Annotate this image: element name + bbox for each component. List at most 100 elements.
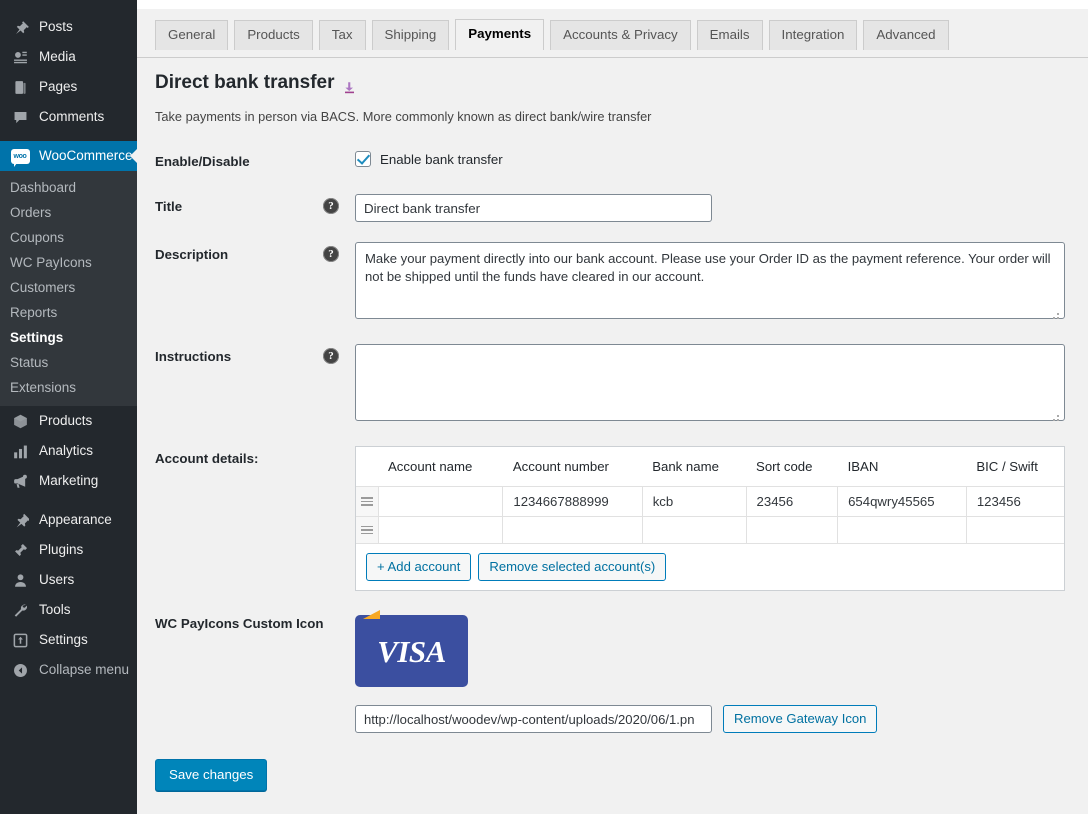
woocommerce-submenu: Dashboard Orders Coupons WC PayIcons Cus… [0, 171, 137, 406]
submenu-item-status[interactable]: Status [0, 350, 137, 375]
submenu-item-orders[interactable]: Orders [0, 200, 137, 225]
submenu-item-extensions[interactable]: Extensions [0, 375, 137, 400]
tab-products[interactable]: Products [234, 20, 313, 50]
tab-general[interactable]: General [155, 20, 229, 50]
submenu-item-wc-payicons[interactable]: WC PayIcons [0, 250, 137, 275]
settings-tabs-bar: General Products Tax Shipping Payments A… [137, 9, 1088, 58]
sort-column-header [356, 447, 378, 487]
submenu-item-customers[interactable]: Customers [0, 275, 137, 300]
visa-card-icon: VISA [355, 610, 468, 687]
sidebar-item-label: Plugins [39, 542, 84, 558]
row-custom-icon: WC PayIcons Custom Icon VISA Remove Gate… [155, 601, 1074, 743]
cell-account-name[interactable] [378, 516, 504, 544]
sidebar-item-label: Products [39, 413, 93, 429]
cell-sort-code[interactable] [746, 516, 839, 544]
col-account-name: Account name [378, 447, 503, 487]
cell-bank-name[interactable] [642, 516, 747, 544]
submenu-item-settings[interactable]: Settings [0, 325, 137, 350]
label-text: Title [155, 199, 183, 214]
row-title: Title ? [155, 184, 1074, 232]
return-arrow-icon[interactable] [343, 78, 357, 94]
tab-integration[interactable]: Integration [768, 20, 858, 50]
appearance-icon [10, 510, 30, 530]
submenu-item-reports[interactable]: Reports [0, 300, 137, 325]
remove-selected-accounts-button[interactable]: Remove selected account(s) [478, 553, 667, 581]
pin-icon [10, 17, 30, 37]
tab-shipping[interactable]: Shipping [371, 20, 450, 50]
cell-iban[interactable] [837, 516, 967, 544]
sidebar-item-woocommerce[interactable]: woo WooCommerce [0, 141, 137, 171]
sidebar-item-collapse-menu[interactable]: Collapse menu [0, 655, 137, 685]
plugins-icon [10, 540, 30, 560]
col-bic-swift: BIC / Swift [966, 447, 1064, 487]
title-input[interactable] [355, 194, 712, 222]
label-title: Title ? [155, 184, 355, 232]
add-account-button[interactable]: + Add account [366, 553, 472, 581]
tab-accounts-privacy[interactable]: Accounts & Privacy [550, 20, 691, 50]
tab-payments[interactable]: Payments [455, 19, 545, 50]
submenu-item-coupons[interactable]: Coupons [0, 225, 137, 250]
row-enable-disable: Enable/Disable Enable bank transfer [155, 139, 1074, 184]
description-textarea[interactable]: Make your payment directly into our bank… [355, 242, 1065, 319]
top-bar-strip [137, 0, 1088, 9]
users-icon [10, 570, 30, 590]
tab-tax[interactable]: Tax [318, 20, 366, 50]
cell-bank-name[interactable]: kcb [642, 486, 747, 517]
col-iban: IBAN [837, 447, 967, 487]
sidebar-item-users[interactable]: Users [0, 565, 137, 595]
page-icon [10, 77, 30, 97]
table-row: 1234667888999 kcb 23456 654qwry45565 123… [356, 486, 1064, 517]
table-row [356, 516, 1064, 544]
cell-account-number[interactable]: 1234667888999 [502, 486, 643, 517]
sidebar-item-analytics[interactable]: Analytics [0, 436, 137, 466]
sidebar-item-posts[interactable]: Posts [0, 12, 137, 42]
sidebar-item-plugins[interactable]: Plugins [0, 535, 137, 565]
sidebar-item-products[interactable]: Products [0, 406, 137, 436]
label-text: Enable/Disable [155, 154, 250, 169]
cell-iban[interactable]: 654qwry45565 [837, 486, 967, 517]
label-account-details: Account details: [155, 436, 355, 601]
cell-bic-swift[interactable] [966, 516, 1064, 544]
submenu-item-dashboard[interactable]: Dashboard [0, 175, 137, 200]
cell-sort-code[interactable]: 23456 [746, 486, 839, 517]
megaphone-icon [10, 471, 30, 491]
cell-account-name[interactable] [378, 486, 504, 517]
sidebar-item-pages[interactable]: Pages [0, 72, 137, 102]
sidebar-item-comments[interactable]: Comments [0, 102, 137, 132]
tab-advanced[interactable]: Advanced [863, 20, 949, 50]
sidebar-item-appearance[interactable]: Appearance [0, 505, 137, 535]
sidebar-item-label: Settings [39, 632, 88, 648]
accounts-actions: + Add account Remove selected account(s) [356, 544, 1064, 590]
sidebar-item-media[interactable]: Media [0, 42, 137, 72]
label-text: Account details: [155, 451, 259, 466]
drag-handle-icon[interactable] [356, 516, 379, 544]
sidebar-item-label: Comments [39, 109, 105, 125]
comment-icon [10, 107, 30, 127]
help-icon[interactable]: ? [323, 246, 339, 262]
page-title: Direct bank transfer [155, 72, 1074, 94]
cell-account-number[interactable] [502, 516, 643, 544]
help-icon[interactable]: ? [323, 198, 339, 214]
tools-icon [10, 600, 30, 620]
submit-row: Save changes [137, 743, 1088, 791]
gateway-description: Take payments in person via BACS. More c… [155, 109, 652, 124]
drag-handle-icon[interactable] [356, 486, 379, 517]
remove-gateway-icon-button[interactable]: Remove Gateway Icon [723, 705, 878, 733]
help-icon[interactable]: ? [323, 348, 339, 364]
visa-logo-text: VISA [377, 633, 446, 669]
enable-bank-transfer-checkbox[interactable] [355, 151, 371, 167]
enable-bank-transfer-label: Enable bank transfer [380, 151, 503, 167]
admin-sidebar: Posts Media Pages Comments woo WooCommer… [0, 0, 137, 814]
sidebar-item-settings[interactable]: Settings [0, 625, 137, 655]
save-changes-button[interactable]: Save changes [155, 759, 268, 791]
sidebar-item-tools[interactable]: Tools [0, 595, 137, 625]
sidebar-item-marketing[interactable]: Marketing [0, 466, 137, 496]
tab-emails[interactable]: Emails [696, 20, 763, 50]
gateway-icon-url-input[interactable] [355, 705, 712, 733]
instructions-textarea[interactable] [355, 344, 1065, 421]
visa-swoosh-icon [363, 610, 380, 619]
sidebar-item-label: Analytics [39, 443, 94, 459]
row-account-details: Account details: Account name Account nu… [155, 436, 1074, 601]
sidebar-item-label: Users [39, 572, 75, 588]
cell-bic-swift[interactable]: 123456 [966, 486, 1064, 517]
